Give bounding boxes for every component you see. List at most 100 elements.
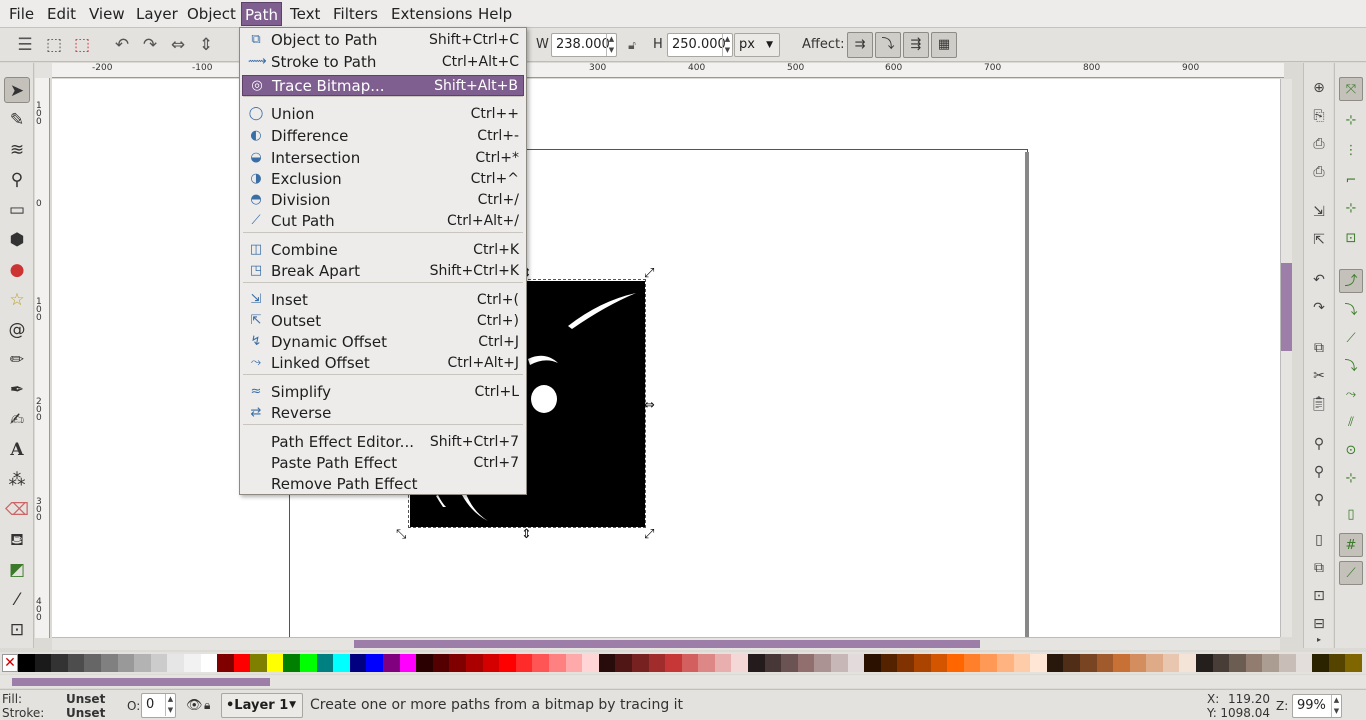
width-spinner-icon[interactable]: ▲ ▼ — [606, 34, 616, 56]
affect-gradients-icon[interactable]: ⇶ — [903, 32, 929, 58]
new-document-icon[interactable]: ⊕ — [1308, 77, 1330, 99]
color-swatch[interactable] — [1212, 654, 1230, 672]
color-swatch[interactable] — [532, 654, 550, 672]
color-swatch[interactable] — [1179, 654, 1197, 672]
path-menu-item[interactable]: ◯ Union Ctrl++ — [242, 104, 524, 125]
pen-tool-icon[interactable]: ✒ — [4, 377, 30, 403]
snap-midpoints-icon[interactable]: ⫽ — [1339, 411, 1363, 435]
lock-icon[interactable]: 🔒︎ — [204, 698, 210, 713]
rectangle-tool-icon[interactable]: ▭ — [4, 197, 30, 223]
color-swatch[interactable] — [648, 654, 666, 672]
redo-icon[interactable]: ↷ — [1308, 297, 1330, 319]
zoom-selection-icon[interactable]: ⚲ — [1308, 433, 1330, 455]
color-swatch[interactable] — [432, 654, 450, 672]
color-swatch[interactable] — [548, 654, 566, 672]
color-swatch[interactable] — [134, 654, 152, 672]
color-swatch[interactable] — [1063, 654, 1081, 672]
path-menu-item[interactable]: ◓ Division Ctrl+/ — [242, 190, 524, 211]
color-swatch[interactable] — [416, 654, 434, 672]
zoom-input[interactable]: 99% ▲ ▼ — [1292, 694, 1342, 718]
duplicate-icon[interactable]: ▯ — [1308, 529, 1330, 551]
color-swatch[interactable] — [150, 654, 168, 672]
layer-select[interactable]: •Layer 1 ▼ — [221, 693, 303, 718]
eye-icon[interactable]: 👁︎ — [186, 698, 203, 713]
color-swatch[interactable] — [67, 654, 85, 672]
tweak-tool-icon[interactable]: ≋ — [4, 137, 30, 163]
color-swatch[interactable] — [897, 654, 915, 672]
color-swatch[interactable] — [748, 654, 766, 672]
color-swatch[interactable] — [383, 654, 401, 672]
pencil-tool-icon[interactable]: ✏ — [4, 347, 30, 373]
color-swatch[interactable] — [880, 654, 898, 672]
path-menu-item[interactable]: ⟋ Cut Path Ctrl+Alt+/ — [242, 211, 524, 232]
color-swatch[interactable] — [831, 654, 849, 672]
zoom-spinner-icon[interactable]: ▲ ▼ — [1331, 695, 1341, 717]
color-swatch[interactable] — [366, 654, 384, 672]
color-swatch[interactable] — [183, 654, 201, 672]
color-swatch[interactable] — [963, 654, 981, 672]
zoom-drawing-icon[interactable]: ⚲ — [1308, 461, 1330, 483]
color-swatch[interactable] — [914, 654, 931, 672]
color-swatch[interactable] — [1245, 654, 1263, 672]
color-swatch[interactable] — [266, 654, 284, 672]
overflow-arrow-icon[interactable]: ▸ — [1308, 629, 1330, 651]
color-swatch[interactable] — [797, 654, 815, 672]
color-swatch[interactable] — [18, 654, 35, 672]
opacity-spinner-icon[interactable]: ▲ ▼ — [165, 694, 175, 716]
color-swatch[interactable] — [980, 654, 998, 672]
color-swatch[interactable] — [515, 654, 533, 672]
color-swatch[interactable] — [1162, 654, 1180, 672]
color-swatch[interactable] — [1345, 654, 1363, 672]
paint-bucket-tool-icon[interactable]: ⛾ — [4, 527, 30, 553]
eraser-tool-icon[interactable]: ⌫ — [4, 497, 30, 523]
rotate-ccw-icon[interactable]: ↶ — [111, 33, 133, 57]
copy-icon[interactable]: ⧉ — [1308, 337, 1330, 359]
spiral-tool-icon[interactable]: @ — [4, 317, 30, 343]
color-swatch[interactable] — [333, 654, 351, 672]
connector-tool-icon[interactable]: ⊡ — [4, 617, 30, 643]
path-menu-item[interactable]: ◫ Combine Ctrl+K — [242, 240, 524, 261]
menu-help[interactable]: Help — [475, 2, 515, 26]
snap-paths-icon[interactable]: ⤵ — [1339, 299, 1363, 323]
color-swatch[interactable] — [300, 654, 318, 672]
color-swatch[interactable] — [996, 654, 1014, 672]
menu-edit[interactable]: Edit — [44, 2, 79, 26]
snap-bbox-edge-icon[interactable]: ⋮ — [1339, 139, 1363, 163]
scale-handle-bottom-right-icon[interactable]: ⤢ — [644, 528, 654, 541]
menu-extensions[interactable]: Extensions — [388, 2, 475, 26]
color-swatch[interactable] — [1129, 654, 1147, 672]
color-swatch[interactable] — [167, 654, 185, 672]
color-swatch[interactable] — [781, 654, 799, 672]
path-menu-item[interactable]: ⧉ Object to Path Shift+Ctrl+C — [242, 30, 524, 51]
path-menu-item[interactable]: ⇲ Inset Ctrl+( — [242, 290, 524, 311]
color-swatch[interactable] — [864, 654, 882, 672]
color-swatch[interactable] — [631, 654, 649, 672]
color-swatch[interactable] — [283, 654, 301, 672]
affect-patterns-icon[interactable]: ▦ — [931, 32, 957, 58]
affect-corners-icon[interactable]: ⤵ — [875, 32, 901, 58]
snap-bbox-midpoint-icon[interactable]: ⊹ — [1339, 197, 1363, 221]
snap-smooth-icon[interactable]: ⤳ — [1339, 383, 1363, 407]
snap-page-border-icon[interactable]: ▯ — [1339, 503, 1363, 527]
clone-icon[interactable]: ⧉ — [1308, 557, 1330, 579]
path-menu-item[interactable]: Path Effect Editor... Shift+Ctrl+7 — [242, 432, 524, 453]
color-swatch[interactable] — [1328, 654, 1346, 672]
color-swatch[interactable] — [399, 654, 417, 672]
deselect-icon[interactable]: ⬚ — [71, 33, 93, 57]
palette-scroll-thumb[interactable] — [12, 678, 270, 686]
color-swatch[interactable] — [1030, 654, 1048, 672]
text-tool-icon[interactable]: A — [4, 437, 30, 463]
select-all-icon[interactable]: ☰ — [14, 33, 36, 57]
color-swatch[interactable] — [100, 654, 118, 672]
spray-tool-icon[interactable]: ⁂ — [4, 467, 30, 493]
color-swatch[interactable] — [847, 654, 865, 672]
color-swatch[interactable] — [1196, 654, 1214, 672]
color-swatch[interactable] — [665, 654, 683, 672]
path-menu-item[interactable]: ◒ Intersection Ctrl+* — [242, 148, 524, 169]
snap-intersections-icon[interactable]: ⟋ — [1339, 327, 1363, 351]
path-menu-item[interactable]: ⇄ Reverse — [242, 403, 524, 424]
color-swatch[interactable] — [499, 654, 517, 672]
color-swatch[interactable] — [217, 654, 235, 672]
snap-enable-icon[interactable]: ⤧ — [1339, 77, 1363, 101]
color-swatch[interactable] — [1279, 654, 1297, 672]
